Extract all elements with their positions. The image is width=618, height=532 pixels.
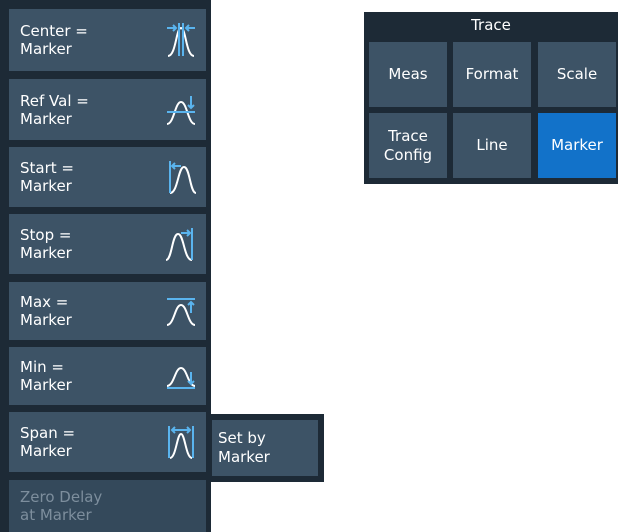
button-label: Trace Config [384,127,432,165]
label-line1: Zero Delay [20,488,103,506]
max-equals-marker-button[interactable]: Max = Marker [9,282,206,340]
zero-delay-at-marker-button[interactable]: Zero Delay at Marker [9,480,206,532]
start-equals-marker-button[interactable]: Start = Marker [9,147,206,207]
button-label: Line [476,136,508,154]
marker-button[interactable]: Marker [538,113,616,178]
label-line2: Config [383,145,433,164]
button-label: Max = Marker [20,293,72,329]
label-line2: Marker [20,40,72,58]
span-equals-marker-button[interactable]: Span = Marker [9,412,206,472]
button-label: Format [465,65,519,83]
label-line1: Start = [20,159,74,177]
meas-button[interactable]: Meas [369,42,447,107]
label-line2: Marker [20,311,72,329]
trace-menu-title: Trace [471,16,511,34]
label-line1: Center = [20,22,88,40]
label-line2: at Marker [20,506,92,524]
format-button[interactable]: Format [453,42,531,107]
ref-val-equals-marker-button[interactable]: Ref Val = Marker [9,79,206,140]
center-marker-icon [167,23,195,57]
min-marker-icon [166,366,196,389]
scale-button[interactable]: Scale [538,42,616,107]
label-line1: Ref Val = [20,91,89,110]
button-label: Span = Marker [20,424,75,460]
label-line2: Marker [20,109,72,128]
button-label: Zero Delay at Marker [20,488,102,524]
button-label: Set by Marker [218,429,270,467]
stop-marker-icon [165,228,193,261]
label-line1: Span = [20,424,76,442]
button-label: Start = Marker [20,159,74,195]
start-marker-icon [169,161,197,194]
label-line2: Marker [20,244,72,262]
stop-equals-marker-button[interactable]: Stop = Marker [9,214,206,274]
trace-config-button[interactable]: Trace Config [369,113,447,178]
trace-menu-panel: Trace Meas Format Scale Trace Config Lin… [364,12,618,184]
label-line1: Set by [218,429,266,447]
ref-val-marker-icon [166,95,196,125]
marker-functions-panel: Center = Marker Ref Val = Marker Start =… [0,0,211,532]
line-button[interactable]: Line [453,113,531,178]
label-line2: Marker [218,448,270,466]
button-label: Center = Marker [20,22,88,58]
span-marker-icon [168,426,194,459]
label-line1: Max = [20,293,69,311]
label-line2: Marker [20,177,72,195]
max-marker-icon [166,298,196,326]
label-line1: Stop = [20,226,72,244]
span-submenu: Set by Marker [206,414,324,482]
set-by-marker-button[interactable]: Set by Marker [212,420,318,476]
label-line2: Marker [20,376,72,394]
button-label: Marker [551,136,603,154]
label-line1: Min = [20,358,64,376]
center-equals-marker-button[interactable]: Center = Marker [9,9,206,71]
label-line2: Marker [20,442,72,460]
min-equals-marker-button[interactable]: Min = Marker [9,347,206,405]
button-label: Scale [556,65,598,83]
button-label: Ref Val = Marker [20,92,89,128]
button-label: Meas [388,65,428,83]
button-label: Min = Marker [20,358,72,394]
button-label: Stop = Marker [20,226,72,262]
label-line1: Trace [388,126,428,145]
